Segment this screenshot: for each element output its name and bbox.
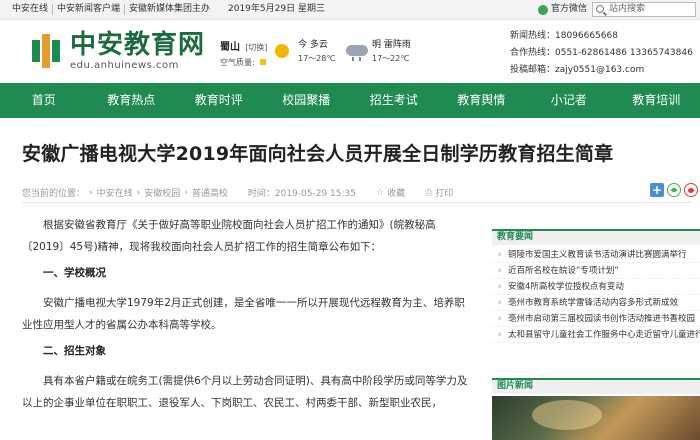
rain-cloud-icon xyxy=(346,42,368,61)
weather-temp: 17～22℃ xyxy=(372,54,410,63)
edu-news-panel: 教育要闻 铜陵市爱国主义教育读书活动演讲比赛圆满举行 近百所名校在皖设“专项计划… xyxy=(492,229,700,343)
city-weather: 蜀山 [切换] 空气质量: xyxy=(220,38,267,68)
weather-today: 今 多云 17～28℃ xyxy=(272,37,335,64)
list-item[interactable]: 铜陵市爱国主义教育读书活动演讲比赛圆满举行 xyxy=(492,247,700,263)
nav-item-commentary[interactable]: 教育时评 xyxy=(175,83,263,118)
top-date: 2019年5月29日 星期三 xyxy=(228,4,325,14)
logo-url: edu.anhuinews.com xyxy=(70,60,179,71)
nav-item-opinion[interactable]: 教育舆情 xyxy=(438,83,526,118)
share-plus-icon[interactable]: + xyxy=(650,183,664,197)
search-placeholder: 站内搜索 xyxy=(609,4,646,14)
share-buttons: + xyxy=(647,183,698,197)
article-title: 安徽广播电视大学2019年面向社会人员开展全日制学历教育招生简章 xyxy=(22,143,614,165)
site-header: 中安教育网 edu.anhuinews.com 蜀山 [切换] 空气质量: 今 … xyxy=(0,21,700,83)
site-logo[interactable]: 中安教育网 edu.anhuinews.com xyxy=(30,31,205,71)
top-link-anhuinews[interactable]: 中安在线 xyxy=(8,4,54,15)
news-hotline: 新闻热线：18096665668 xyxy=(510,31,618,41)
weather-desc: 雷阵雨 xyxy=(383,40,411,50)
photo-news-image[interactable] xyxy=(492,396,700,440)
star-icon: ☆ xyxy=(376,187,385,198)
site-search-input[interactable]: 站内搜索 xyxy=(592,2,696,17)
list-item[interactable]: 太和县留守儿童社会工作服务中心走近留守儿童进行 xyxy=(492,327,700,343)
weixin-icon xyxy=(538,4,548,15)
air-quality-label: 空气质量: xyxy=(220,58,255,67)
weather-desc: 多云 xyxy=(309,40,328,50)
contact-info: 新闻热线：18096665668 合作热线：0551-62861486 1336… xyxy=(510,28,693,79)
logo-mark-icon xyxy=(30,34,64,68)
article-section-heading: 二、招生对象 xyxy=(43,345,106,357)
edu-news-title[interactable]: 教育要闻 xyxy=(492,229,700,245)
top-link-group[interactable]: 安徽新媒体集团主办 xyxy=(125,4,214,15)
share-wechat-icon[interactable] xyxy=(667,183,681,197)
weather-tomorrow: 明 雷阵雨 17～22℃ xyxy=(346,37,411,64)
breadcrumb-item[interactable]: 中安在线 xyxy=(97,186,133,199)
weather-day: 明 xyxy=(372,40,382,50)
list-item[interactable]: 亳州市教育系统学雷锋活动内容多形式新成效 xyxy=(492,295,700,311)
share-weibo-icon[interactable] xyxy=(684,183,698,197)
main-nav: 首页 教育热点 教育时评 校园聚播 招生考试 教育舆情 小记者 教育培训 xyxy=(0,83,700,118)
article-paragraph: 根据安徽省教育厅《关于做好高等职业院校面向社会人员扩招工作的通知》(皖教秘高〔2… xyxy=(22,219,436,253)
nav-item-reporter[interactable]: 小记者 xyxy=(525,83,613,118)
city-switch-link[interactable]: [切换] xyxy=(245,43,267,52)
weixin-label: 官方微信 xyxy=(551,4,588,14)
article-paragraph: 安徽广播电视大学1979年2月正式创建，是全省唯一一所以开展现代远程教育为主、培… xyxy=(22,297,465,331)
article-time: 时间：2019-05-29 15:35 xyxy=(247,189,356,199)
coop-hotline: 合作热线：0551-62861486 13365743846 xyxy=(510,48,693,58)
meta-divider xyxy=(22,202,692,203)
list-item[interactable]: 安徽4所高校学位授权点有变动 xyxy=(492,279,700,295)
sun-icon xyxy=(272,42,294,60)
photo-news-title[interactable]: 图片新闻 xyxy=(492,378,700,394)
nav-item-exams[interactable]: 招生考试 xyxy=(350,83,438,118)
article-meta: 您当前的位置： › 中安在线 › 安徽校园 › 普通高校 时间：2019-05-… xyxy=(22,186,454,200)
favorite-button[interactable]: 收藏 xyxy=(387,186,405,199)
list-item[interactable]: 亳州市启动第三届校园读书创作活动推进书香校园 xyxy=(492,311,700,327)
weather-temp: 17～28℃ xyxy=(298,54,336,63)
weather-day: 今 xyxy=(298,40,308,50)
breadcrumb-item[interactable]: 安徽校园 xyxy=(144,186,180,199)
breadcrumb-item[interactable]: 普通高校 xyxy=(192,186,228,199)
logo-text: 中安教育网 xyxy=(70,30,206,60)
nav-item-training[interactable]: 教育培训 xyxy=(613,83,700,118)
breadcrumb-label: 您当前的位置： xyxy=(22,189,86,199)
search-icon xyxy=(596,5,604,13)
submit-email: 投稿邮箱：zajy0551@163.com xyxy=(510,65,645,75)
nav-item-campus[interactable]: 校园聚播 xyxy=(263,83,351,118)
weixin-link[interactable]: 官方微信 xyxy=(538,4,587,15)
nav-item-home[interactable]: 首页 xyxy=(0,83,88,118)
article-paragraph: 具有本省户籍或在皖务工(需提供6个月以上劳动合同证明)、具有高中阶段学历或同等学… xyxy=(22,375,468,409)
article-body: 根据安徽省教育厅《关于做好高等职业院校面向社会人员扩招工作的通知》(皖教秘高〔2… xyxy=(22,214,470,418)
city-name: 蜀山 xyxy=(220,42,240,53)
article-section-heading: 一、学校概况 xyxy=(43,267,106,279)
print-button[interactable]: 打印 xyxy=(435,186,453,199)
nav-item-hot[interactable]: 教育热点 xyxy=(88,83,176,118)
top-link-app[interactable]: 中安新闻客户端 xyxy=(53,4,126,15)
printer-icon: ⎙ xyxy=(425,187,433,198)
list-item[interactable]: 近百所名校在皖设“专项计划” xyxy=(492,263,700,279)
top-bar: 中安在线 中安新闻客户端 安徽新媒体集团主办 2019年5月29日 星期三 官方… xyxy=(0,0,700,20)
air-quality-indicator xyxy=(260,59,267,65)
top-links: 中安在线 中安新闻客户端 安徽新媒体集团主办 xyxy=(8,4,214,15)
